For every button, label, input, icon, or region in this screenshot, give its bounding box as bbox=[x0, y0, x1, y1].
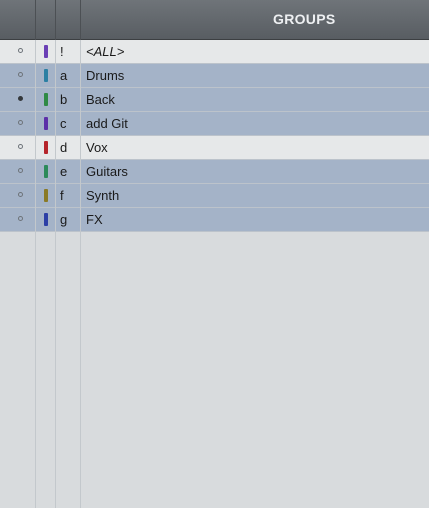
group-row[interactable]: e Guitars bbox=[0, 160, 429, 184]
panel-title: GROUPS bbox=[273, 11, 336, 27]
group-id-letter: a bbox=[60, 68, 68, 83]
header-divider bbox=[55, 0, 56, 40]
groups-header[interactable]: GROUPS bbox=[0, 0, 429, 40]
group-id-letter: c bbox=[60, 116, 67, 131]
group-row[interactable]: ! <ALL> bbox=[0, 40, 429, 64]
column-divider bbox=[35, 40, 36, 508]
header-divider bbox=[80, 0, 81, 40]
group-id-letter: b bbox=[60, 92, 68, 107]
group-active-indicator[interactable] bbox=[18, 216, 23, 221]
group-id-letter: d bbox=[60, 140, 68, 155]
group-color-swatch bbox=[44, 45, 48, 58]
group-row[interactable]: g FX bbox=[0, 208, 429, 232]
group-active-indicator[interactable] bbox=[18, 168, 23, 173]
group-row[interactable]: c add Git bbox=[0, 112, 429, 136]
group-active-indicator[interactable] bbox=[18, 48, 23, 53]
group-id-letter: e bbox=[60, 164, 68, 179]
group-color-swatch bbox=[44, 117, 48, 130]
group-id-letter: ! bbox=[60, 44, 64, 59]
group-name: add Git bbox=[86, 116, 128, 131]
group-color-swatch bbox=[44, 69, 48, 82]
group-name: Guitars bbox=[86, 164, 128, 179]
group-name: Vox bbox=[86, 140, 108, 155]
header-divider bbox=[35, 0, 36, 40]
group-name: Synth bbox=[86, 188, 120, 203]
group-name: <ALL> bbox=[86, 44, 125, 59]
group-row[interactable]: b Back bbox=[0, 88, 429, 112]
group-color-swatch bbox=[44, 189, 48, 202]
group-active-indicator[interactable] bbox=[18, 144, 23, 149]
group-id-letter: f bbox=[60, 188, 64, 203]
group-color-swatch bbox=[44, 141, 48, 154]
group-name: FX bbox=[86, 212, 103, 227]
group-color-swatch bbox=[44, 213, 48, 226]
group-active-indicator[interactable] bbox=[18, 72, 23, 77]
group-active-indicator[interactable] bbox=[18, 192, 23, 197]
group-active-indicator[interactable] bbox=[18, 120, 23, 125]
group-active-indicator[interactable] bbox=[18, 96, 23, 101]
group-name: Drums bbox=[86, 68, 125, 83]
column-divider bbox=[80, 40, 81, 508]
groups-panel: GROUPS ! <ALL> a Drums b Back c add Git bbox=[0, 0, 429, 508]
group-row[interactable]: a Drums bbox=[0, 64, 429, 88]
group-id-letter: g bbox=[60, 212, 68, 227]
group-row[interactable]: f Synth bbox=[0, 184, 429, 208]
group-color-swatch bbox=[44, 165, 48, 178]
group-name: Back bbox=[86, 92, 115, 107]
group-color-swatch bbox=[44, 93, 48, 106]
group-list: ! <ALL> a Drums b Back c add Git d Vox e… bbox=[0, 40, 429, 232]
column-divider bbox=[55, 40, 56, 508]
group-row[interactable]: d Vox bbox=[0, 136, 429, 160]
